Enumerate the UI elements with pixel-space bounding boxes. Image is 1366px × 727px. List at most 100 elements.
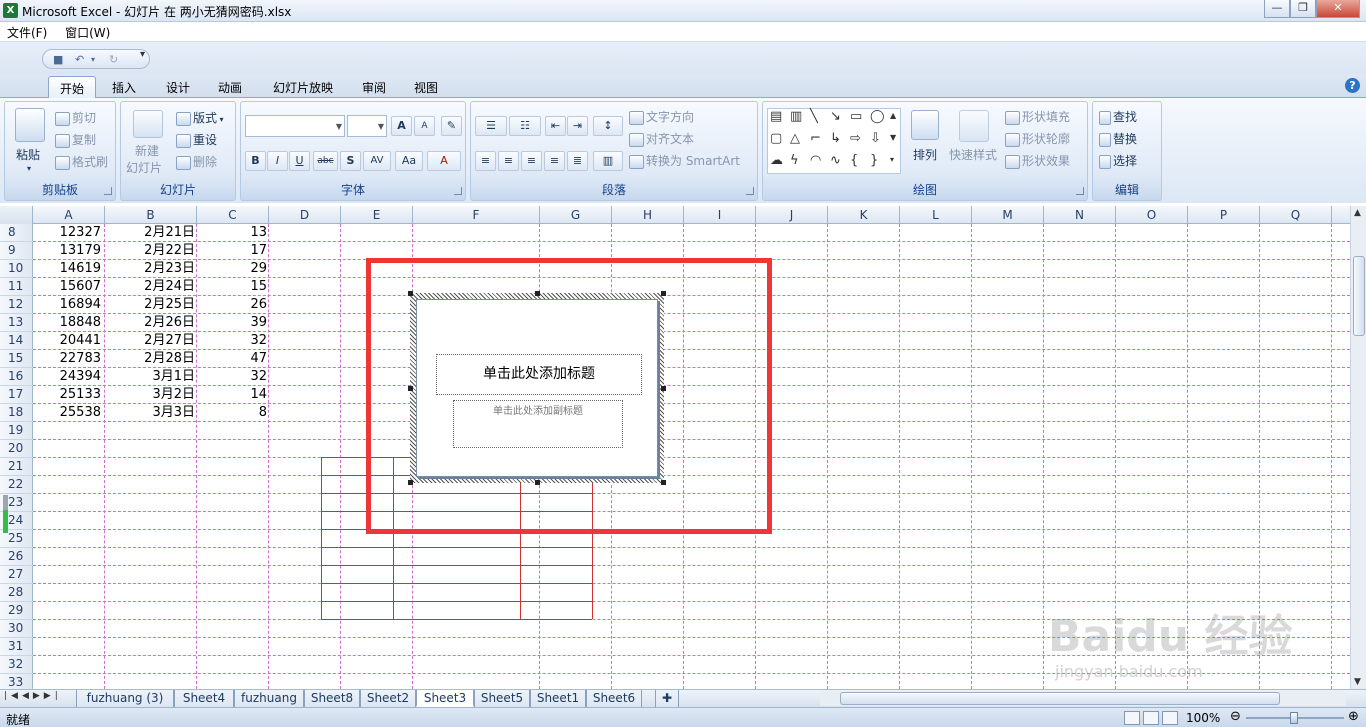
zoom-level[interactable]: 100% [1186, 711, 1220, 725]
cell-c[interactable]: 32 [197, 332, 267, 349]
paste-icon[interactable] [15, 108, 45, 142]
cell-c[interactable]: 47 [197, 350, 267, 367]
scroll-up-icon[interactable]: ▲ [1354, 208, 1361, 218]
cut-button[interactable]: 剪切 [55, 109, 96, 126]
row-header-26[interactable]: 26 [0, 548, 33, 566]
cell-c[interactable]: 39 [197, 314, 267, 331]
row-header-10[interactable]: 10 [0, 260, 33, 278]
right-arrow-shape-icon[interactable]: ⇨ [850, 131, 861, 146]
cell-a[interactable]: 15607 [33, 278, 101, 295]
redo-icon[interactable]: ↻ [109, 53, 118, 66]
flowchart-shape-icon[interactable]: ☁ [770, 153, 783, 168]
row-header-32[interactable]: 32 [0, 656, 33, 674]
align-center-icon[interactable]: ≡ [498, 151, 519, 171]
resize-handle[interactable] [408, 386, 413, 391]
align-right-icon[interactable]: ≡ [521, 151, 542, 171]
column-header-i[interactable]: I [684, 206, 756, 224]
elbow-connector-icon[interactable]: ⌐ [810, 131, 821, 146]
rectangle-shape-icon[interactable]: ▭ [850, 109, 862, 124]
maximize-button[interactable]: ❐ [1290, 0, 1316, 18]
cell-a[interactable]: 13179 [33, 242, 101, 259]
excel-app-icon[interactable]: X [3, 3, 18, 18]
quick-styles-icon[interactable] [959, 110, 989, 142]
gallery-up-icon[interactable]: ▲ [890, 111, 896, 120]
close-button[interactable]: ✕ [1316, 0, 1360, 18]
cell-b[interactable]: 2月25日 [105, 296, 195, 313]
curve-shape-icon[interactable]: ∿ [830, 153, 841, 168]
row-header-33[interactable]: 33 [0, 674, 33, 689]
rounded-rect-shape-icon[interactable]: ▢ [770, 131, 782, 146]
row-header-17[interactable]: 17 [0, 386, 33, 404]
bold-button[interactable]: B [245, 151, 266, 171]
column-header-a[interactable]: A [33, 206, 105, 224]
cell-c[interactable]: 15 [197, 278, 267, 295]
row-header-27[interactable]: 27 [0, 566, 33, 584]
sheet-tab-sheet5[interactable]: Sheet5 [474, 690, 530, 707]
sheet-tab-fuzhuang-3-[interactable]: fuzhuang (3) [76, 690, 174, 707]
find-button[interactable]: 查找 [1099, 108, 1137, 125]
tab-review[interactable]: 审阅 [354, 76, 394, 98]
page-layout-view-icon[interactable] [1143, 711, 1159, 725]
cell-a[interactable]: 16894 [33, 296, 101, 313]
line-shape-icon[interactable]: ╲ [810, 109, 818, 124]
cell-a[interactable]: 25133 [33, 386, 101, 403]
sheet-nav-icon[interactable]: |◀◀▶▶| [4, 691, 62, 701]
format-painter-button[interactable]: 格式刷 [55, 153, 108, 170]
align-left-icon[interactable]: ≡ [475, 151, 496, 171]
column-header-l[interactable]: L [900, 206, 972, 224]
arrange-button[interactable]: 排列 [913, 146, 937, 163]
sheet-tab-sheet2[interactable]: Sheet2 [360, 690, 416, 707]
sheet-tab-sheet8[interactable]: Sheet8 [304, 690, 360, 707]
gallery-more-icon[interactable]: ▾ [890, 155, 894, 164]
elbow-arrow-icon[interactable]: ↳ [830, 131, 841, 146]
column-header-k[interactable]: K [828, 206, 900, 224]
char-spacing-button[interactable]: AV [363, 151, 391, 171]
strikethrough-button[interactable]: abc [313, 151, 338, 171]
column-header-f[interactable]: F [413, 206, 540, 224]
triangle-shape-icon[interactable]: △ [790, 131, 800, 146]
arrow-line-shape-icon[interactable]: ↘ [830, 109, 841, 124]
page-break-view-icon[interactable] [1162, 711, 1178, 725]
align-text-button[interactable]: 对齐文本 [629, 130, 694, 147]
cell-b[interactable]: 2月21日 [105, 224, 195, 241]
row-header-8[interactable]: 8 [0, 224, 33, 242]
resize-handle[interactable] [661, 386, 666, 391]
select-button[interactable]: 选择 [1099, 152, 1137, 169]
shadow-button[interactable]: S [340, 151, 361, 171]
row-header-19[interactable]: 19 [0, 422, 33, 440]
cell-b[interactable]: 2月22日 [105, 242, 195, 259]
undo-icon[interactable]: ↶ [75, 53, 84, 66]
column-header-c[interactable]: C [197, 206, 269, 224]
font-size-input[interactable]: ▼ [347, 115, 387, 137]
paragraph-launcher-icon[interactable] [746, 187, 754, 195]
column-header-o[interactable]: O [1116, 206, 1188, 224]
grow-font-button[interactable]: A [391, 116, 412, 136]
tab-insert[interactable]: 插入 [104, 76, 144, 98]
line-spacing-icon[interactable]: ↕ [593, 116, 623, 136]
resize-handle[interactable] [535, 291, 540, 296]
tab-home[interactable]: 开始 [48, 76, 96, 98]
resize-handle[interactable] [535, 480, 540, 485]
cell-c[interactable]: 13 [197, 224, 267, 241]
paste-dropdown-icon[interactable]: ▾ [27, 164, 31, 173]
cell-a[interactable]: 20441 [33, 332, 101, 349]
shape-effects-button[interactable]: 形状效果 [1005, 152, 1070, 169]
row-header-18[interactable]: 18 [0, 404, 33, 422]
cell-a[interactable]: 12327 [33, 224, 101, 241]
normal-view-icon[interactable] [1124, 711, 1140, 725]
drawing-launcher-icon[interactable] [1076, 187, 1084, 195]
row-header-22[interactable]: 22 [0, 476, 33, 494]
layout-button[interactable]: 版式 ▾ [176, 109, 224, 126]
cell-b[interactable]: 3月2日 [105, 386, 195, 403]
column-header-q[interactable]: Q [1260, 206, 1332, 224]
change-case-button[interactable]: Aa [395, 151, 423, 171]
shape-outline-button[interactable]: 形状轮廓 [1005, 130, 1070, 147]
replace-button[interactable]: 替换 [1099, 130, 1137, 147]
row-header-12[interactable]: 12 [0, 296, 33, 314]
cell-a[interactable]: 18848 [33, 314, 101, 331]
column-header-h[interactable]: H [612, 206, 684, 224]
row-header-29[interactable]: 29 [0, 602, 33, 620]
undo-dropdown-icon[interactable]: ▾ [91, 55, 95, 64]
row-header-28[interactable]: 28 [0, 584, 33, 602]
vtextbox-shape-icon[interactable]: ▥ [790, 109, 802, 124]
